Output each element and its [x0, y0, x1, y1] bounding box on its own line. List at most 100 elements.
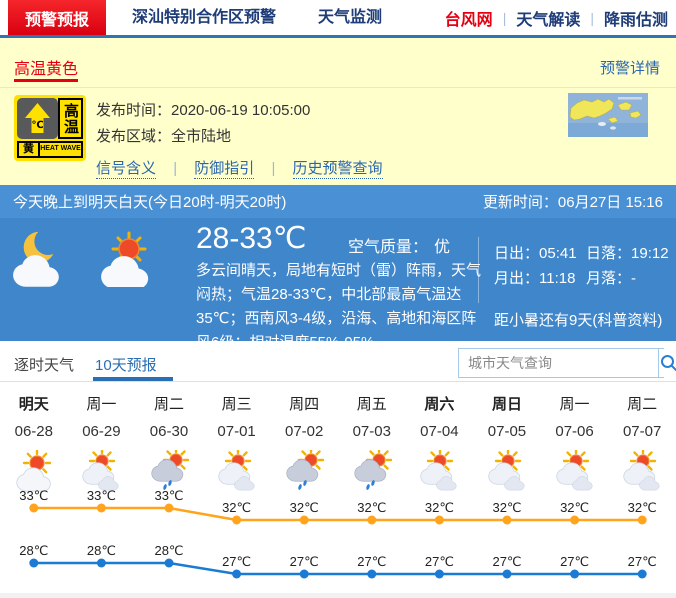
- air-quality-value: 优: [434, 239, 450, 256]
- heat-arrow-icon: ℃: [17, 98, 58, 139]
- day-label: 周一: [541, 393, 609, 414]
- air-quality-label: 空气质量：: [348, 239, 428, 256]
- tab-ten-day-forecast[interactable]: 10天预报: [95, 354, 157, 375]
- forecast-column[interactable]: 明天 06-28: [0, 387, 68, 494]
- svg-text:28℃: 28℃: [19, 543, 48, 558]
- day-label: 周一: [68, 393, 136, 414]
- warning-links: 信号含义 | 防御指引 | 历史预警查询: [96, 157, 383, 178]
- svg-text:32℃: 32℃: [492, 500, 521, 515]
- current-forecast-section: 今天晚上到明天白天(今日20时-明天20时) 更新时间：06月27日 15:16: [0, 185, 676, 341]
- forecast-column[interactable]: 周日 07-05: [473, 387, 541, 494]
- svg-text:27℃: 27℃: [560, 554, 589, 569]
- moonrise-label: 月出：: [494, 270, 539, 287]
- day-label: 明天: [0, 393, 68, 414]
- link-defense-guide[interactable]: 防御指引: [194, 160, 254, 179]
- search-icon: [659, 353, 676, 373]
- moonrise-value: 11:18: [539, 270, 575, 287]
- link-typhoon-net[interactable]: 台风网: [445, 6, 493, 30]
- date-label: 07-02: [270, 423, 338, 440]
- sun-cloud-icon: [96, 231, 162, 287]
- svg-text:32℃: 32℃: [560, 500, 589, 515]
- forecast-column[interactable]: 周二 07-07: [608, 387, 676, 494]
- forecast-period: 今天晚上到明天白天(今日20时-明天20时): [13, 191, 286, 212]
- svg-text:32℃: 32℃: [628, 500, 657, 515]
- nav-separator: |: [590, 10, 594, 26]
- publish-time-value: 2020-06-19 10:05:00: [171, 102, 310, 119]
- svg-text:32℃: 32℃: [290, 500, 319, 515]
- sunrise-label: 日出：: [494, 245, 539, 262]
- day-label: 周五: [338, 393, 406, 414]
- day-label: 周二: [135, 393, 203, 414]
- publish-area-value: 全市陆地: [171, 128, 231, 145]
- moonset-value: -: [631, 270, 636, 287]
- forecast-column[interactable]: 周五 07-03: [338, 387, 406, 494]
- ten-day-forecast-section: 逐时天气 10天预报 明天 06-28 周一 06-29 周二06-30 周三 07-…: [0, 341, 676, 598]
- sun-moon-panel: 日出：05:41 日落：19:12 月出：11:18 月落：-: [494, 241, 676, 291]
- link-weather-interpretation[interactable]: 天气解读: [516, 6, 580, 30]
- update-time-value: 06月27日 15:16: [558, 194, 663, 211]
- moonset-label: 月落：: [586, 270, 631, 287]
- solar-term-note[interactable]: 距小暑还有9天(科普资料): [494, 309, 662, 330]
- warning-english-label: HEAT WAVE: [38, 141, 83, 158]
- day-label: 周日: [473, 393, 541, 414]
- svg-text:27℃: 27℃: [628, 554, 657, 569]
- date-label: 06-28: [0, 423, 68, 440]
- search-input[interactable]: [459, 349, 658, 377]
- warning-coverage-map[interactable]: [568, 93, 648, 137]
- tab-warning-forecast[interactable]: 预警预报: [8, 0, 106, 35]
- date-label: 07-04: [406, 423, 474, 440]
- moon-cloud-icon: [12, 225, 82, 287]
- svg-text:33℃: 33℃: [19, 488, 48, 503]
- date-label: 06-29: [68, 423, 136, 440]
- day-label: 周三: [203, 393, 271, 414]
- forecast-column[interactable]: 周三 07-01: [203, 387, 271, 494]
- search-button[interactable]: [658, 349, 676, 377]
- weather-page: 预警预报 深汕特别合作区预警 天气监测 台风网 | 天气解读 | 降雨估测 高温…: [0, 0, 676, 598]
- current-weather-icons: [12, 225, 162, 292]
- svg-text:33℃: 33℃: [87, 488, 116, 503]
- warning-level-label: 黄: [17, 141, 40, 158]
- publish-area-label: 发布区域：: [96, 128, 171, 145]
- date-label: 07-03: [338, 423, 406, 440]
- date-label: 07-01: [203, 423, 271, 440]
- sunrise-value: 05:41: [539, 245, 577, 262]
- svg-text:28℃: 28℃: [87, 543, 116, 558]
- footer-bar: [0, 593, 676, 598]
- temperature-chart: 33℃33℃33℃32℃32℃32℃32℃32℃32℃32℃28℃28℃28℃2…: [0, 488, 676, 598]
- nav-right: 台风网 | 天气解读 | 降雨估测: [445, 0, 676, 35]
- warning-details-link[interactable]: 预警详情: [600, 57, 660, 78]
- day-label: 周二: [608, 393, 676, 414]
- date-label: 07-06: [541, 423, 609, 440]
- date-label: 07-07: [608, 423, 676, 440]
- sunset-value: 19:12: [631, 245, 669, 262]
- forecast-column[interactable]: 周一 07-06: [541, 387, 609, 494]
- svg-text:33℃: 33℃: [154, 488, 183, 503]
- temperature-range: 28-33℃: [196, 221, 306, 256]
- link-signal-meaning[interactable]: 信号含义: [96, 160, 156, 179]
- top-nav: 预警预报 深汕特别合作区预警 天气监测 台风网 | 天气解读 | 降雨估测: [0, 0, 676, 38]
- warning-level-tab[interactable]: 高温黄色: [14, 55, 78, 79]
- svg-text:27℃: 27℃: [492, 554, 521, 569]
- divider: [0, 87, 676, 88]
- publish-time-label: 发布时间：: [96, 102, 171, 119]
- celsius-symbol: ℃: [31, 120, 43, 131]
- tab-hourly-weather[interactable]: 逐时天气: [14, 354, 74, 375]
- heat-wave-warning-icon: ℃ 高温 黄 HEAT WAVE: [14, 95, 86, 161]
- svg-text:28℃: 28℃: [154, 543, 183, 558]
- date-label: 07-05: [473, 423, 541, 440]
- svg-text:32℃: 32℃: [222, 500, 251, 515]
- tab-weather-monitoring[interactable]: 天气监测: [306, 0, 394, 35]
- link-history-warning-query[interactable]: 历史预警查询: [293, 160, 383, 179]
- forecast-column[interactable]: 周四07-02: [270, 387, 338, 494]
- warning-name-label: 高温: [58, 98, 83, 139]
- sunset-label: 日落：: [586, 245, 631, 262]
- forecast-column[interactable]: 周六07-04: [406, 387, 474, 494]
- forecast-columns: 明天06-28 周一06-29 周二06-30 周三07-01 周四07-02 …: [0, 387, 676, 494]
- svg-text:27℃: 27℃: [357, 554, 386, 569]
- forecast-column[interactable]: 周二06-30: [135, 387, 203, 494]
- link-rainfall-estimate[interactable]: 降雨估测: [604, 6, 668, 30]
- tab-shenshan-zone-warning[interactable]: 深汕特别合作区预警: [120, 0, 288, 35]
- svg-text:27℃: 27℃: [222, 554, 251, 569]
- forecast-column[interactable]: 周一 06-29: [68, 387, 136, 494]
- svg-text:27℃: 27℃: [290, 554, 319, 569]
